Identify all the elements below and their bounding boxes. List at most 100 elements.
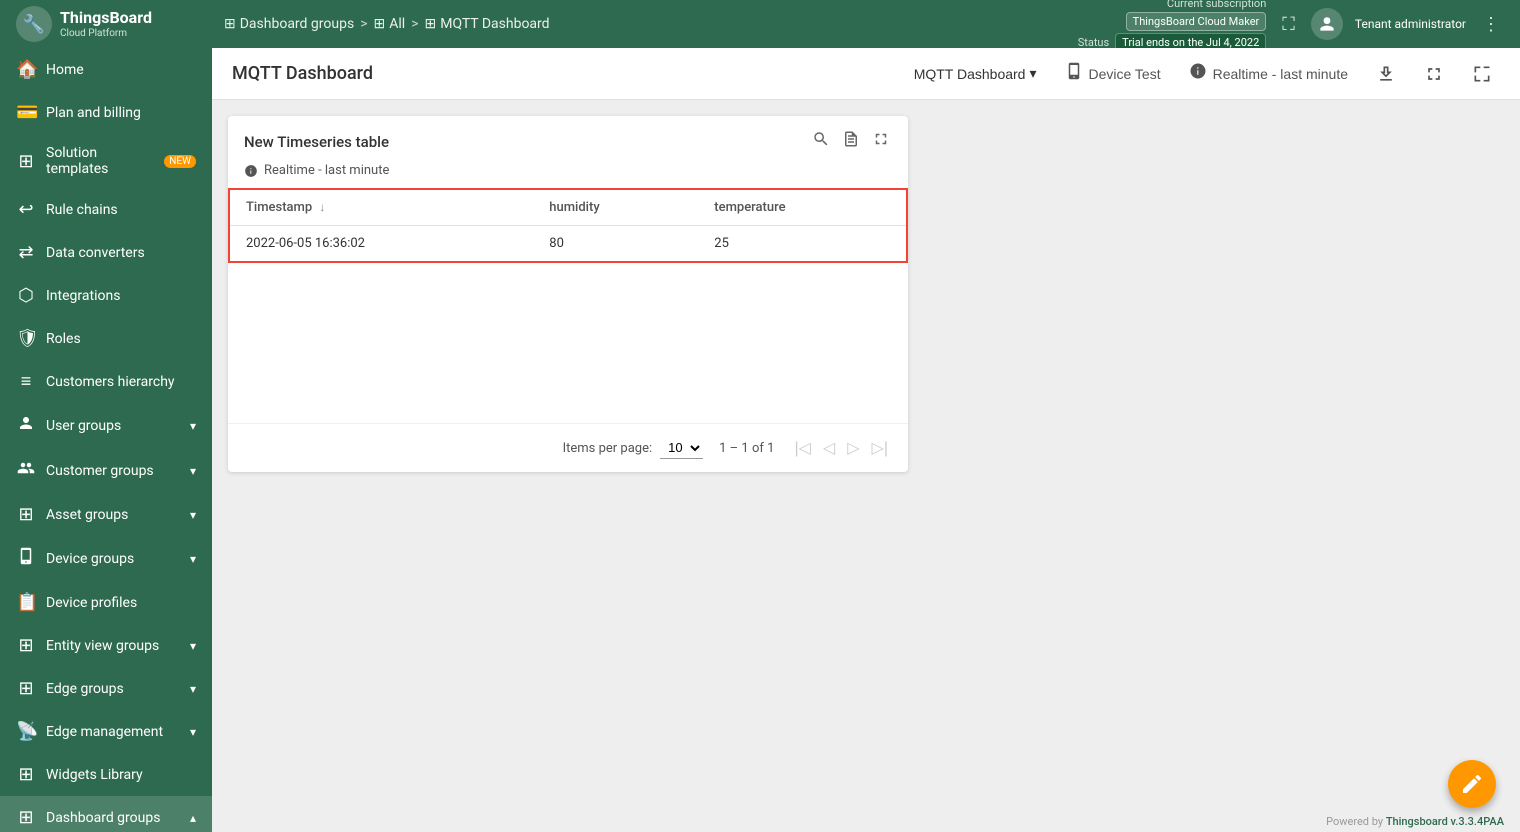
sidebar-label-edge-groups: Edge groups <box>46 681 180 697</box>
sidebar-item-widgets-library[interactable]: ⊞ Widgets Library <box>0 753 212 796</box>
sidebar-item-edge-management[interactable]: 📡 Edge management ▾ <box>0 710 212 753</box>
new-badge: NEW <box>164 155 196 168</box>
fullscreen-button[interactable]: ⛶ <box>1278 10 1299 39</box>
breadcrumb-all[interactable]: ⊞ All <box>374 16 406 32</box>
sidebar-item-data-converters[interactable]: ⇄ Data converters <box>0 231 212 274</box>
sidebar-label-plan: Plan and billing <box>46 105 196 121</box>
asset-groups-icon: ⊞ <box>16 504 36 525</box>
sidebar-item-solution-templates[interactable]: ⊞ Solution templates NEW <box>0 134 212 188</box>
last-page-button[interactable]: ▷| <box>868 434 892 462</box>
realtime-label: Realtime - last minute <box>1213 66 1348 82</box>
sidebar-label-data-converters: Data converters <box>46 245 196 261</box>
page-title: MQTT Dashboard <box>232 63 890 84</box>
mqtt-dropdown-chevron: ▾ <box>1029 65 1036 82</box>
edge-management-icon: 📡 <box>16 721 36 742</box>
edit-icon <box>1460 772 1484 796</box>
device-profiles-icon: 📋 <box>16 592 36 613</box>
sidebar-item-entity-view-groups[interactable]: ⊞ Entity view groups ▾ <box>0 624 212 667</box>
expand-button[interactable] <box>1416 60 1452 88</box>
col-timestamp[interactable]: Timestamp ↓ <box>229 189 533 226</box>
first-page-button[interactable]: |◁ <box>790 434 814 462</box>
more-options-button[interactable]: ⋮ <box>1478 10 1504 39</box>
integrations-icon: ⬡ <box>16 285 36 306</box>
widget-header: New Timeseries table <box>228 116 908 163</box>
sidebar-item-customer-groups[interactable]: Customer groups ▾ <box>0 448 212 493</box>
sidebar-item-user-groups[interactable]: User groups ▾ <box>0 403 212 448</box>
download-button[interactable] <box>1368 60 1404 88</box>
clock-icon <box>1189 62 1207 85</box>
widget-actions <box>810 128 892 155</box>
breadcrumb-mqtt[interactable]: ⊞ MQTT Dashboard <box>425 16 550 32</box>
prev-page-button[interactable]: ◁ <box>819 434 839 462</box>
status-label: Status <box>1078 36 1109 49</box>
breadcrumb-all-icon: ⊞ <box>374 16 386 32</box>
cell-temperature: 25 <box>698 226 907 263</box>
breadcrumb-sep-1: > <box>360 16 367 32</box>
items-per-page-label: Items per page: <box>563 441 653 456</box>
realtime-button[interactable]: Realtime - last minute <box>1181 58 1356 89</box>
device-test-button[interactable]: Device Test <box>1057 58 1169 89</box>
edge-management-chevron: ▾ <box>190 725 196 739</box>
customer-groups-chevron: ▾ <box>190 464 196 478</box>
sidebar-item-device-profiles[interactable]: 📋 Device profiles <box>0 581 212 624</box>
user-name[interactable]: Tenant administrator <box>1355 17 1466 31</box>
widget-fullscreen-button[interactable] <box>870 128 892 155</box>
sidebar-item-dashboard-groups[interactable]: ⊞ Dashboard groups ▴ <box>0 796 212 832</box>
col-temperature[interactable]: temperature <box>698 189 907 226</box>
footer-link[interactable]: Thingsboard v.3.3.4PAA <box>1386 815 1504 828</box>
breadcrumb-sep-2: > <box>411 16 418 32</box>
table-row: 2022-06-05 16:36:02 80 25 <box>229 226 907 263</box>
col-humidity[interactable]: humidity <box>533 189 698 226</box>
items-per-page: Items per page: 10 25 50 <box>563 437 704 459</box>
sidebar-item-plan-billing[interactable]: 💳 Plan and billing <box>0 91 212 134</box>
next-page-button[interactable]: ▷ <box>843 434 863 462</box>
pagination-area: Items per page: 10 25 50 1 – 1 of 1 |◁ ◁… <box>228 423 908 472</box>
pagination-range: 1 – 1 of 1 <box>719 441 774 456</box>
col-timestamp-label: Timestamp <box>246 200 312 215</box>
breadcrumb-dashboard-groups[interactable]: ⊞ Dashboard groups <box>224 16 354 32</box>
fullscreen-dashboard-button[interactable] <box>1464 60 1500 88</box>
user-groups-icon <box>16 414 36 437</box>
cell-timestamp: 2022-06-05 16:36:02 <box>229 226 533 263</box>
sidebar-label-customer-groups: Customer groups <box>46 463 180 479</box>
edit-fab-button[interactable] <box>1448 760 1496 808</box>
customer-groups-icon <box>16 459 36 482</box>
sidebar-item-integrations[interactable]: ⬡ Integrations <box>0 274 212 317</box>
content-area: MQTT Dashboard MQTT Dashboard ▾ Device T… <box>212 48 1520 832</box>
widget-search-button[interactable] <box>810 128 832 155</box>
items-per-page-select[interactable]: 10 25 50 <box>660 437 703 459</box>
time-icon <box>244 164 258 178</box>
user-avatar[interactable] <box>1311 8 1343 40</box>
download-icon <box>1376 64 1396 84</box>
logo-sub: Cloud Platform <box>60 28 152 40</box>
mqtt-dashboard-dropdown[interactable]: MQTT Dashboard ▾ <box>906 61 1045 86</box>
edge-groups-icon: ⊞ <box>16 678 36 699</box>
breadcrumb-mqtt-label: MQTT Dashboard <box>440 16 549 32</box>
sidebar-item-rule-chains[interactable]: ↩ Rule chains <box>0 188 212 231</box>
col-humidity-label: humidity <box>549 200 599 215</box>
expand-icon <box>1424 64 1444 84</box>
sidebar-label-dashboard-groups: Dashboard groups <box>46 810 180 826</box>
sort-icon: ↓ <box>319 200 325 214</box>
sidebar-label-widgets: Widgets Library <box>46 767 196 783</box>
sidebar-item-roles[interactable]: 🛡 Roles <box>0 317 212 360</box>
widget-expand-icon <box>872 130 890 148</box>
dashboard-groups-chevron: ▴ <box>190 811 196 825</box>
powered-by-text: Powered by <box>1326 815 1383 828</box>
sidebar-label-device-groups: Device groups <box>46 551 180 567</box>
breadcrumb: ⊞ Dashboard groups > ⊞ All > ⊞ MQTT Dash… <box>224 16 1070 32</box>
sidebar-label-customers-hierarchy: Customers hierarchy <box>46 374 196 390</box>
sidebar-item-home[interactable]: 🏠 Home <box>0 48 212 91</box>
home-icon: 🏠 <box>16 59 36 80</box>
sidebar-item-asset-groups[interactable]: ⊞ Asset groups ▾ <box>0 493 212 536</box>
widget-export-button[interactable] <box>840 128 862 155</box>
data-converters-icon: ⇄ <box>16 242 36 263</box>
sidebar-item-edge-groups[interactable]: ⊞ Edge groups ▾ <box>0 667 212 710</box>
sidebar-item-device-groups[interactable]: Device groups ▾ <box>0 536 212 581</box>
roles-icon: 🛡 <box>16 328 36 349</box>
data-table: Timestamp ↓ humidity temperature <box>228 188 908 263</box>
sidebar: 🏠 Home 💳 Plan and billing ⊞ Solution tem… <box>0 48 212 832</box>
widget-time-label: Realtime - last minute <box>264 163 389 178</box>
pagination-controls: |◁ ◁ ▷ ▷| <box>790 434 892 462</box>
sidebar-item-customers-hierarchy[interactable]: ≡ Customers hierarchy <box>0 360 212 403</box>
